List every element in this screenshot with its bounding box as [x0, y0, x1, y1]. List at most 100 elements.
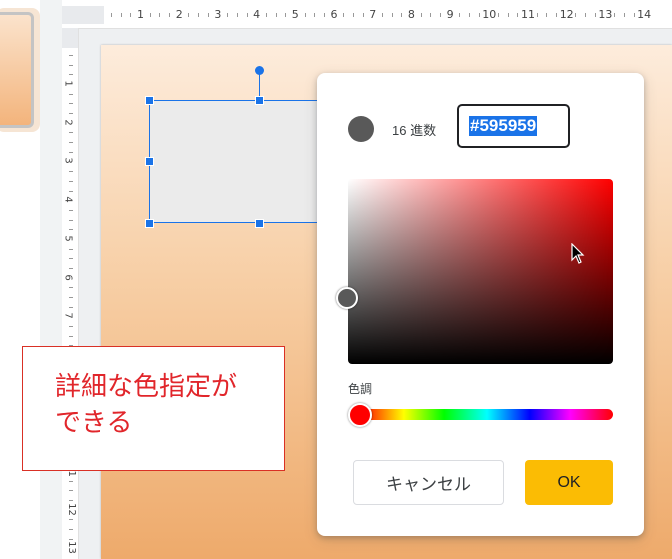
ruler-tick [69, 258, 73, 260]
ruler-tick [111, 13, 112, 17]
callout-line-1: 詳細な色指定が [55, 372, 238, 402]
hex-label: 16 進数 [392, 123, 437, 138]
ruler-tick [633, 13, 635, 17]
ruler-number: 3 [214, 8, 222, 21]
ruler-tick [69, 306, 73, 308]
ruler-tick [343, 13, 345, 17]
saturation-value-picker[interactable] [348, 179, 613, 364]
ruler-number: 10 [482, 8, 497, 21]
resize-handle-top[interactable] [255, 96, 264, 105]
ruler-tick [69, 209, 73, 211]
ruler-tick [314, 13, 316, 17]
ruler-tick [69, 480, 73, 482]
ruler-tick [69, 490, 73, 492]
ruler-tick [69, 229, 73, 231]
ruler-tick [236, 13, 238, 17]
ruler-tick [69, 538, 73, 540]
mouse-pointer-icon [571, 243, 585, 264]
resize-handle-top-left[interactable] [145, 96, 154, 105]
resize-handle-bottom[interactable] [255, 219, 264, 228]
ruler-number: 5 [291, 8, 299, 21]
ruler-tick [69, 519, 73, 521]
ruler-number: 3 [62, 157, 74, 165]
ruler-tick [498, 13, 499, 17]
ruler-number: 11 [521, 8, 535, 21]
ruler-tick [623, 13, 625, 17]
ruler-tick [69, 296, 73, 298]
ruler-tick [149, 13, 151, 17]
vertical-ruler[interactable]: 12345678910111213 [62, 28, 79, 559]
ruler-tick [507, 13, 509, 17]
ruler-number: 2 [62, 119, 74, 126]
ruler-tick [69, 142, 73, 144]
ruler-tick [69, 219, 73, 221]
horizontal-ruler[interactable]: 1 2 3 4 5 6 7 8 9 10 11 12 13 14 [62, 0, 672, 29]
ok-button[interactable]: OK [525, 460, 613, 505]
ruler-tick [352, 13, 354, 17]
ruler-tick [556, 13, 558, 17]
resize-handle-left[interactable] [145, 157, 154, 166]
ruler-tick [430, 13, 432, 17]
ruler-tick [227, 13, 229, 17]
hex-input[interactable]: #595959 [457, 104, 570, 148]
ruler-tick [69, 64, 73, 66]
ruler-tick [69, 287, 73, 289]
ruler-tick [536, 13, 538, 17]
ruler-number: 12 [559, 8, 574, 21]
ruler-number: 6 [330, 8, 338, 21]
hue-slider-thumb[interactable] [348, 403, 372, 427]
hue-slider[interactable] [361, 409, 613, 420]
ruler-number: 4 [253, 8, 261, 21]
ruler-tick [459, 13, 461, 17]
ruler-tick [69, 180, 73, 182]
ruler-tick [285, 13, 287, 17]
ruler-tick [585, 13, 587, 17]
ruler-margin [62, 28, 78, 48]
ruler-tick [69, 132, 73, 134]
ruler-tick [517, 13, 519, 17]
ruler-tick [69, 500, 73, 502]
ruler-tick [69, 529, 73, 531]
ruler-number: 1 [137, 8, 144, 21]
ruler-tick [265, 13, 267, 17]
ruler-tick [478, 13, 480, 17]
custom-color-dialog: 16 進数 #595959 色調 キャンセル OK [317, 73, 644, 536]
ruler-number: 7 [62, 312, 74, 319]
ruler-number: 5 [62, 235, 74, 242]
ruler-tick [401, 13, 403, 17]
ruler-tick [169, 13, 171, 17]
ruler-tick [188, 13, 190, 17]
ruler-number: 12 [65, 502, 77, 516]
ruler-tick [614, 13, 616, 17]
ruler-tick [207, 13, 209, 17]
ruler-number: 1 [62, 80, 74, 87]
ruler-tick [275, 13, 277, 17]
resize-handle-bottom-left[interactable] [145, 219, 154, 228]
ruler-tick [69, 113, 73, 115]
ruler-number: 13 [598, 8, 613, 21]
rotation-handle[interactable] [255, 66, 264, 75]
ruler-tick [69, 267, 73, 269]
slide-thumbnail[interactable] [0, 12, 34, 128]
ruler-tick [69, 190, 73, 192]
ruler-tick [69, 55, 73, 56]
saturation-value-thumb[interactable] [336, 287, 358, 309]
ruler-tick [391, 13, 393, 17]
ruler-tick [69, 335, 73, 337]
ruler-tick [304, 13, 306, 17]
ruler-number: 9 [446, 8, 454, 21]
ruler-number: 8 [407, 8, 415, 21]
ruler-tick [546, 13, 548, 17]
ruler-tick [159, 13, 161, 17]
ruler-tick [246, 13, 248, 17]
hue-label: 色調 [348, 382, 373, 396]
cancel-button[interactable]: キャンセル [353, 460, 504, 505]
ruler-number: 13 [65, 541, 77, 555]
ruler-tick [594, 13, 596, 17]
ruler-number: 7 [369, 8, 377, 21]
ruler-tick [69, 93, 73, 95]
ruler-margin [62, 6, 104, 24]
ruler-tick [69, 171, 73, 173]
annotation-callout: 詳細な色指定が できる [22, 346, 285, 471]
ruler-number: 4 [62, 196, 74, 203]
